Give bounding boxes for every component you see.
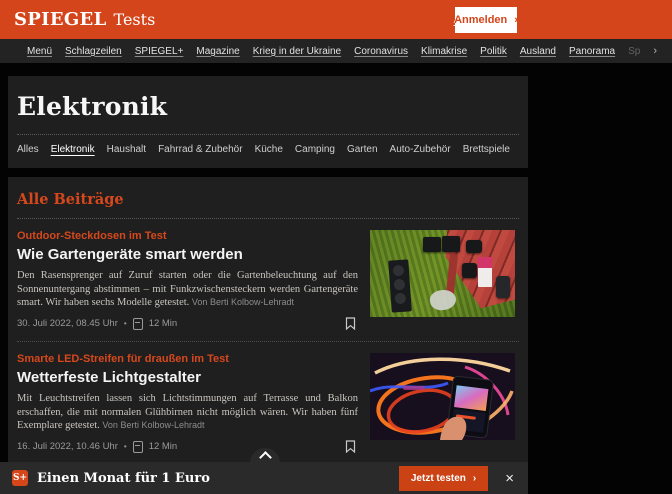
site-header: SPIEGEL Tests Abonnement Anmelden › — [0, 0, 672, 39]
tab-fahrrad[interactable]: Fahrrad & Zubehör — [158, 144, 243, 155]
spiegel-plus-badge: S+ — [12, 470, 28, 486]
smart-plug — [442, 236, 460, 252]
content-column: Elektronik Alles Elektronik Haushalt Fah… — [8, 63, 528, 494]
jetzt-testen-button[interactable]: Jetzt testen › — [399, 466, 488, 491]
article-teaser-1: Outdoor-Steckdosen im Test Wie Gartenger… — [17, 230, 519, 331]
subscription-banner: S+ Einen Monat für 1 Euro Jetzt testen ›… — [0, 462, 528, 494]
article-text: Outdoor-Steckdosen im Test Wie Gartenger… — [17, 230, 358, 331]
nav-item-panorama[interactable]: Panorama — [569, 46, 615, 57]
anmelden-label: Anmelden — [454, 14, 507, 26]
article-meta: 16. Juli 2022, 10.46 Uhr • 12 Min — [17, 440, 358, 454]
smart-plug — [496, 276, 510, 298]
anmelden-button[interactable]: Anmelden › — [455, 7, 517, 33]
reading-time-icon — [133, 441, 143, 453]
article-text: Smarte LED-Streifen für draußen im Test … — [17, 353, 358, 454]
chevron-right-icon: › — [514, 14, 518, 26]
category-tabs: Alles Elektronik Haushalt Fahrrad & Zube… — [17, 135, 519, 158]
logo-spiegel: SPIEGEL — [14, 9, 107, 30]
meta-separator: • — [124, 319, 127, 328]
article-thumbnail[interactable] — [370, 230, 515, 317]
tab-alles[interactable]: Alles — [17, 144, 39, 155]
bookmark-icon[interactable] — [345, 317, 356, 330]
smart-plug — [423, 237, 441, 252]
article-teaser-text: Den Rasensprenger auf Zuruf starten oder… — [17, 269, 358, 310]
product-box — [478, 257, 492, 287]
tab-haushalt[interactable]: Haushalt — [107, 144, 146, 155]
meta-separator: • — [124, 442, 127, 451]
banner-offer-text: Einen Monat für 1 Euro — [37, 471, 210, 486]
tab-kueche[interactable]: Küche — [255, 144, 283, 155]
tab-camping[interactable]: Camping — [295, 144, 335, 155]
nav-item-ukraine[interactable]: Krieg in der Ukraine — [253, 46, 341, 57]
divider — [17, 218, 519, 219]
article-author: Von Berti Kolbow-Lehradt — [102, 420, 204, 430]
article-teaser-2: Smarte LED-Streifen für draußen im Test … — [17, 353, 519, 454]
article-meta: 30. Juli 2022, 08.45 Uhr • 12 Min — [17, 317, 358, 331]
logo-tests: Tests — [114, 10, 156, 29]
tab-elektronik[interactable]: Elektronik — [51, 144, 95, 155]
article-kicker[interactable]: Smarte LED-Streifen für draußen im Test — [17, 353, 358, 365]
chevron-right-icon: › — [473, 473, 476, 484]
reading-time: 12 Min — [149, 318, 178, 329]
divider — [17, 341, 519, 342]
article-teaser-text: Mit Leuchtstreifen lassen sich Lichtstim… — [17, 392, 358, 433]
main-nav: Menü Schlagzeilen SPIEGEL+ Magazine Krie… — [0, 39, 672, 63]
nav-item-schlagzeilen[interactable]: Schlagzeilen — [65, 46, 122, 57]
spiegel-tests-logo[interactable]: SPIEGEL Tests — [14, 9, 155, 30]
close-banner-icon[interactable]: × — [505, 471, 514, 486]
tab-auto-zubehoer[interactable]: Auto-Zubehör — [390, 144, 451, 155]
article-author: Von Berti Kolbow-Lehradt — [192, 297, 294, 307]
reading-time-icon — [133, 318, 143, 330]
article-title[interactable]: Wetterfeste Lichtgestalter — [17, 369, 358, 386]
power-strip — [388, 259, 412, 312]
nav-item-clipped[interactable]: Sp — [628, 46, 640, 57]
cta-label: Jetzt testen — [411, 473, 466, 484]
article-kicker[interactable]: Outdoor-Steckdosen im Test — [17, 230, 358, 242]
nav-scroll-chevron-icon[interactable]: › — [653, 45, 657, 57]
page-title: Elektronik — [17, 92, 519, 121]
tab-brettspiele[interactable]: Brettspiele — [463, 144, 510, 155]
tab-garten[interactable]: Garten — [347, 144, 378, 155]
smart-plug — [466, 240, 482, 253]
nav-item-coronavirus[interactable]: Coronavirus — [354, 46, 408, 57]
reading-time: 12 Min — [149, 441, 178, 452]
browser-viewport: SPIEGEL Tests Abonnement Anmelden › Menü… — [0, 0, 672, 494]
nav-item-politik[interactable]: Politik — [480, 46, 507, 57]
section-title: Alle Beiträge — [17, 191, 519, 208]
chevron-up-icon — [259, 451, 272, 464]
category-header-panel: Elektronik Alles Elektronik Haushalt Fah… — [8, 76, 528, 168]
bookmark-icon[interactable] — [345, 440, 356, 453]
article-date: 16. Juli 2022, 10.46 Uhr — [17, 441, 118, 452]
nav-item-spiegel-plus[interactable]: SPIEGEL+ — [135, 46, 184, 57]
article-list-panel: Alle Beiträge Outdoor-Steckdosen im Test… — [8, 177, 528, 494]
article-title[interactable]: Wie Gartengeräte smart werden — [17, 246, 358, 263]
nav-item-ausland[interactable]: Ausland — [520, 46, 556, 57]
nav-item-klimakrise[interactable]: Klimakrise — [421, 46, 467, 57]
nav-item-menu[interactable]: Menü — [27, 46, 52, 57]
smart-plug — [462, 263, 477, 278]
article-thumbnail[interactable] — [370, 353, 515, 440]
article-date: 30. Juli 2022, 08.45 Uhr — [17, 318, 118, 329]
nav-item-magazine[interactable]: Magazine — [196, 46, 239, 57]
led-strips-photo — [370, 353, 515, 440]
